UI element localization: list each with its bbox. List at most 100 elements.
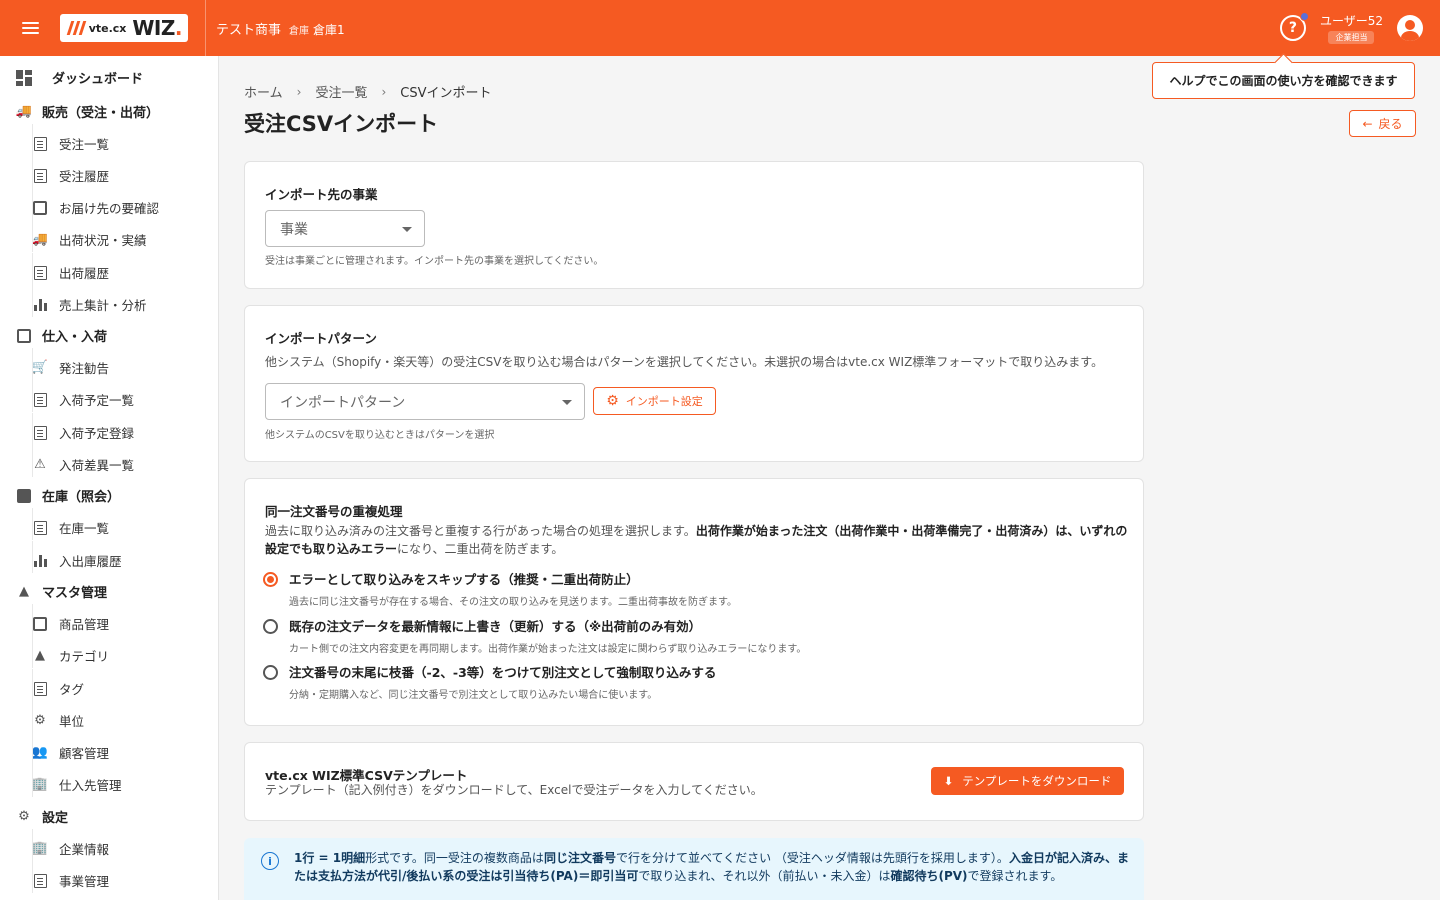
clipboard-icon <box>32 136 48 152</box>
info-text: 1行 = 1明細形式です。同一受注の複数商品は同じ注文番号で行を分けて並べてくだ… <box>294 849 1129 885</box>
sidebar-item-customers[interactable]: 👥 顧客管理 <box>32 733 110 765</box>
warehouse-name: 倉庫1 <box>313 22 345 37</box>
sidebar-item-category[interactable]: ▲ カテゴリ <box>32 636 109 668</box>
import-settings-button[interactable]: ⚙ インポート設定 <box>593 387 716 415</box>
sidebar-item-units[interactable]: ⚙ 単位 <box>32 701 84 733</box>
back-button[interactable]: ← 戻る <box>1349 110 1416 137</box>
option-label: 既存の注文データを最新情報に上書き（更新）する（※出荷前のみ有効） <box>289 619 702 634</box>
import-settings-label: インポート設定 <box>625 395 703 408</box>
bar-chart-icon <box>32 297 48 313</box>
sidebar-item-shipping-history[interactable]: 出荷履歴 <box>32 253 110 285</box>
duplicate-option-overwrite[interactable]: 既存の注文データを最新情報に上書き（更新）する（※出荷前のみ有効） カート側での… <box>263 616 806 655</box>
pattern-card: インポートパターン 他システム（Shopify・楽天等）の受注CSVを取り込む場… <box>244 305 1144 462</box>
sidebar-item-stock-history[interactable]: 入出庫履歴 <box>32 541 122 573</box>
arrow-left-icon: ← <box>1362 116 1373 131</box>
hamburger-icon <box>21 22 39 34</box>
sidebar-group-sales[interactable]: 🚚 販売（受注・出荷） <box>16 102 159 121</box>
breadcrumb: ホーム › 受注一覧 › CSVインポート <box>244 82 492 102</box>
breadcrumb-orders[interactable]: 受注一覧 <box>315 82 367 101</box>
sidebar-label: 入荷差異一覧 <box>59 458 135 473</box>
archive-icon <box>16 488 32 504</box>
building-icon: 🏢 <box>31 777 49 792</box>
sidebar-item-delivery-check[interactable]: お届け先の要確認 <box>32 188 159 220</box>
sidebar-item-business[interactable]: 事業管理 <box>32 861 110 893</box>
account-icon[interactable] <box>1397 15 1423 41</box>
sidebar-label: 出荷履歴 <box>59 266 110 281</box>
sidebar-item-suppliers[interactable]: 🏢 仕入先管理 <box>31 765 122 797</box>
app-header: vte.cx WIZ. テスト商事 倉庫 倉庫1 ? ユーザー52 企業担当 <box>0 0 1440 56</box>
sidebar-item-company-info[interactable]: 🏢 企業情報 <box>32 829 109 861</box>
sidebar-label: 顧客管理 <box>59 746 110 761</box>
sidebar-label: 在庫（照会） <box>42 490 121 505</box>
truck-icon: 🚚 <box>31 232 49 247</box>
logo-text-small: vte.cx <box>88 21 127 35</box>
sidebar-item-shipping-status[interactable]: 🚚 出荷状況・実績 <box>31 220 147 252</box>
sidebar-group-master[interactable]: ▲ マスタ管理 <box>16 582 107 601</box>
duplicate-option-skip[interactable]: エラーとして取り込みをスキップする（推奨・二重出荷防止） 過去に同じ注文番号が存… <box>263 569 737 608</box>
checklist-icon <box>32 200 48 216</box>
inbox-icon <box>16 328 32 344</box>
duplicate-card: 同一注文番号の重複処理 過去に取り込み済みの注文番号と重複する行があった場合の処… <box>244 478 1144 726</box>
truck-icon: 🚚 <box>15 104 33 119</box>
pattern-placeholder: インポートパターン <box>280 394 406 411</box>
logo-mark-icon <box>66 19 87 37</box>
option-label: エラーとして取り込みをスキップする（推奨・二重出荷防止） <box>289 572 639 587</box>
pattern-title: インポートパターン <box>265 331 377 346</box>
sidebar-item-dashboard[interactable]: ダッシュボード <box>16 68 143 87</box>
sidebar-item-arrival-register[interactable]: 入荷予定登録 <box>32 413 135 445</box>
list-icon <box>32 168 48 184</box>
sidebar-item-purchase-advice[interactable]: 🛒 発注勧告 <box>31 348 110 380</box>
sidebar-label: 事業管理 <box>59 874 110 889</box>
sidebar-item-orders[interactable]: 受注一覧 <box>32 124 110 156</box>
sidebar-item-sales-analysis[interactable]: 売上集計・分析 <box>32 285 147 317</box>
radio-selected-icon[interactable] <box>263 572 278 587</box>
duplicate-desc-tail: になり、二重出荷を防ぎます。 <box>397 542 564 556</box>
sidebar-item-tags[interactable]: タグ <box>32 669 84 701</box>
sidebar-label: 発注勧告 <box>59 361 110 376</box>
sidebar-label: 受注一覧 <box>59 137 110 152</box>
business-select[interactable]: 事業 <box>265 210 425 247</box>
sidebar-item-arrival-diff[interactable]: ⚠ 入荷差異一覧 <box>32 445 135 477</box>
user-info[interactable]: ユーザー52 企業担当 <box>1320 12 1383 44</box>
pattern-select[interactable]: インポートパターン <box>265 383 585 420</box>
list-icon <box>32 873 48 889</box>
radio-icon[interactable] <box>263 665 278 680</box>
cart-icon: 🛒 <box>31 360 49 375</box>
company-name: テスト商事 <box>216 22 282 38</box>
sidebar-item-stock-list[interactable]: 在庫一覧 <box>32 508 110 540</box>
info-part: で取り込まれ、それ以外（前払い・未入金）は <box>638 869 891 883</box>
duplicate-option-branch[interactable]: 注文番号の末尾に枝番（-2、-3等）をつけて別注文として強制取り込みする 分納・… <box>263 662 716 701</box>
warning-icon: ⚠ <box>34 457 46 472</box>
help-icon[interactable]: ? <box>1279 12 1309 41</box>
breadcrumb-home[interactable]: ホーム <box>244 82 283 101</box>
sidebar-item-arrival-list[interactable]: 入荷予定一覧 <box>32 380 134 412</box>
menu-button[interactable] <box>0 0 60 56</box>
logo-text-big: WIZ. <box>132 16 182 40</box>
sidebar-label: 入出庫履歴 <box>59 554 122 569</box>
pattern-desc: 他システム（Shopify・楽天等）の受注CSVを取り込む場合はパターンを選択し… <box>265 355 1104 369</box>
sidebar-item-order-history[interactable]: 受注履歴 <box>32 156 109 188</box>
download-template-button[interactable]: ⬇ テンプレートをダウンロード <box>931 767 1124 795</box>
clipboard-icon <box>32 425 48 441</box>
caret-down-icon <box>562 400 572 405</box>
list-icon <box>32 520 48 536</box>
user-name: ユーザー52 <box>1319 14 1383 28</box>
company-selector[interactable]: テスト商事 倉庫 倉庫1 <box>216 19 345 38</box>
sidebar-label: 在庫一覧 <box>59 521 110 536</box>
sidebar: ダッシュボード 🚚 販売（受注・出荷） 受注一覧 受注履歴 お届け先の要確認 🚚… <box>0 56 219 900</box>
sidebar-group-settings[interactable]: ⚙ 設定 <box>16 807 68 826</box>
download-label: テンプレートをダウンロード <box>962 774 1112 788</box>
caret-down-icon <box>402 227 412 232</box>
sidebar-label: 入荷予定登録 <box>59 426 135 441</box>
radio-icon[interactable] <box>263 619 278 634</box>
category-icon: ▲ <box>19 584 29 599</box>
app-logo[interactable]: vte.cx WIZ. <box>60 14 188 42</box>
sidebar-group-purchase[interactable]: 仕入・入荷 <box>16 326 107 345</box>
info-alert: i 1行 = 1明細形式です。同一受注の複数商品は同じ注文番号で行を分けて並べて… <box>244 838 1144 900</box>
option-sub: 分納・定期購入など、同じ注文番号で別注文として取り込みたい場合に使います。 <box>289 690 658 701</box>
sidebar-label: 売上集計・分析 <box>59 298 147 313</box>
sidebar-item-products[interactable]: 商品管理 <box>32 604 109 636</box>
option-sub: 過去に同じ注文番号が存在する場合、その注文の取り込みを見送ります。二重出荷事故を… <box>289 597 737 608</box>
sidebar-group-inventory[interactable]: 在庫（照会） <box>16 486 120 505</box>
option-sub: カート側での注文内容変更を再同期します。出荷作業が始まった注文は設定に関わらず取… <box>289 644 807 655</box>
